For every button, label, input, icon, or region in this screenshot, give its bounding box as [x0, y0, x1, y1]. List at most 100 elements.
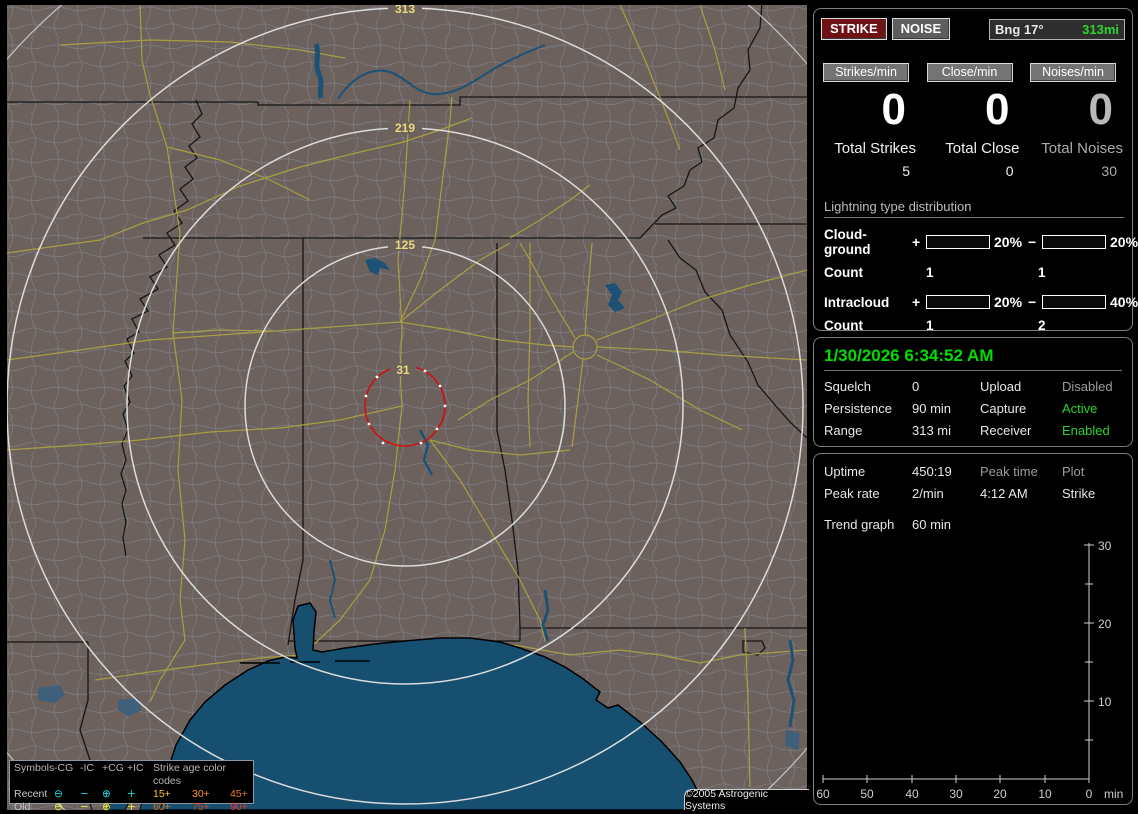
x-tick-60: 60: [816, 787, 830, 801]
receiver-label: Receiver: [980, 423, 1032, 438]
capture-label: Capture: [980, 401, 1027, 416]
squelch-label: Squelch: [824, 379, 871, 394]
trend-graph: 30 20 10 60 50 40 30 20 10 0 min: [816, 539, 1123, 801]
strike-mode-button[interactable]: STRIKE: [821, 18, 887, 40]
noise-mode-button[interactable]: NOISE: [891, 18, 951, 40]
map-canvas: 31 125 219 313: [7, 5, 807, 810]
strike-counters-section: STRIKE NOISE Bng 17° 313mi Strikes/min 0…: [813, 8, 1138, 333]
y-tick-10: 10: [1098, 695, 1112, 709]
legend-col-neg-ic: -IC: [80, 762, 94, 774]
trend-axes: [822, 543, 1094, 783]
x-tick-40: 40: [905, 787, 919, 801]
legend-age-title: Strike age color codes: [153, 762, 226, 787]
pos-cg-old-icon: ⊕: [102, 801, 111, 813]
persistence-value: 90 min: [912, 401, 952, 416]
total-close-label: Total Close: [945, 140, 1020, 157]
date-time-display: 1/30/2026 6:34:52 AM: [824, 346, 1122, 371]
age-30: 30+: [192, 788, 210, 800]
age-60: 60+: [153, 801, 171, 813]
lightning-map[interactable]: 31 125 219 313: [7, 5, 807, 810]
total-close-value: 0: [1005, 163, 1014, 179]
close-counter-column: Close/min 0 Total Close 0: [923, 63, 1024, 179]
ic-positive-count: 1: [926, 318, 934, 333]
cg-negative-count: 1: [1038, 265, 1046, 280]
cg-positive-count: 1: [926, 265, 934, 280]
intracloud-label: Intracloud: [824, 294, 890, 310]
settings-grid: Squelch 0 Upload Disabled Persistence 90…: [824, 379, 1132, 438]
peak-time-label: Peak time: [980, 464, 1038, 479]
ic-negative-bar: [1042, 295, 1106, 309]
total-strikes-label: Total Strikes: [834, 140, 916, 157]
total-noises-label: Total Noises: [1041, 140, 1123, 157]
upload-status: Disabled: [1062, 379, 1113, 394]
ic-negative-pct: 40%: [1110, 294, 1138, 310]
trend-section: Uptime 450:19 Peak time Plot Peak rate 2…: [813, 453, 1133, 805]
x-axis-unit: min: [1104, 787, 1123, 801]
close-per-min-chip[interactable]: Close/min: [926, 63, 1013, 82]
strikes-per-min-chip[interactable]: Strikes/min: [823, 63, 909, 82]
upload-label: Upload: [980, 379, 1022, 394]
legend-row-old-label: Old: [14, 801, 31, 813]
uptime-label: Uptime: [824, 464, 866, 479]
count-label: Count: [824, 318, 863, 333]
cg-negative-pct: 20%: [1110, 234, 1138, 250]
positive-sign: +: [912, 234, 921, 250]
ic-negative-count: 2: [1038, 318, 1046, 333]
status-section: 1/30/2026 6:34:52 AM Squelch 0 Upload Di…: [813, 337, 1133, 447]
noises-per-min-chip[interactable]: Noises/min: [1030, 63, 1116, 82]
squelch-value: 0: [912, 379, 920, 394]
strikes-per-min-value: 0: [881, 85, 906, 134]
legend-col-neg-cg: -CG: [54, 762, 74, 774]
cg-positive-pct: 20%: [994, 234, 1023, 250]
ring-label-219: 219: [395, 121, 415, 135]
positive-sign: +: [912, 294, 921, 310]
negative-sign: −: [1028, 234, 1037, 250]
plot-label: Plot: [1062, 464, 1085, 479]
age-90: 90+: [230, 801, 248, 813]
trend-graph-row: Trend graph 60 min: [824, 517, 1132, 532]
x-tick-30: 30: [949, 787, 963, 801]
intracloud-count-row: Count 1 2: [824, 318, 1124, 333]
noises-counter-column: Noises/min 0 Total Noises 30: [1026, 63, 1127, 179]
cloud-ground-label: Cloud-ground: [824, 227, 871, 257]
symbol-legend: Symbols -CG -IC +CG +IC Strike age color…: [9, 760, 254, 813]
trend-graph-value: 60 min: [912, 517, 952, 532]
negative-sign: −: [1028, 294, 1037, 310]
persistence-label: Persistence: [824, 401, 892, 416]
intracloud-row: Intracloud + 20% − 40%: [824, 294, 1138, 310]
total-strikes-value: 5: [902, 163, 910, 179]
peak-time-value: 4:12 AM: [980, 486, 1028, 501]
cg-positive-bar: [926, 235, 990, 249]
ring-label-313: 313: [395, 5, 415, 16]
neg-cg-recent-icon: ⊖: [54, 788, 63, 800]
peak-rate-label: Peak rate: [824, 486, 880, 501]
cg-negative-bar: [1042, 235, 1106, 249]
x-tick-0: 0: [1086, 787, 1093, 801]
y-tick-30: 30: [1098, 539, 1112, 553]
trend-axis-labels: 30 20 10 60 50 40 30 20 10 0 min: [816, 539, 1123, 801]
ring-label-31: 31: [396, 363, 410, 377]
ic-positive-bar: [926, 295, 990, 309]
display-mode-bar: STRIKE NOISE Bng 17° 313mi: [821, 17, 1125, 41]
close-per-min-value: 0: [985, 85, 1010, 134]
legend-row-recent-label: Recent: [14, 788, 48, 800]
peak-rate-value: 2/min: [912, 486, 944, 501]
lightning-type-distribution: Lightning type distribution Cloud-ground…: [824, 199, 1138, 333]
pos-ic-old-icon: +: [127, 801, 136, 813]
strikes-counter-column: Strikes/min 0 Total Strikes 5: [819, 63, 920, 179]
pos-cg-recent-icon: ⊕: [102, 788, 111, 800]
ic-positive-pct: 20%: [994, 294, 1023, 310]
age-75: 75+: [192, 801, 210, 813]
range-value: 313 mi: [912, 423, 952, 438]
trend-graph-label: Trend graph: [824, 517, 895, 532]
x-tick-50: 50: [860, 787, 874, 801]
range-label: Range: [824, 423, 863, 438]
x-tick-20: 20: [993, 787, 1007, 801]
cloud-ground-count-row: Count 1 1: [824, 265, 1124, 280]
bearing-range-display[interactable]: Bng 17° 313mi: [989, 18, 1125, 40]
pos-ic-recent-icon: +: [127, 788, 136, 800]
neg-ic-recent-icon: −: [80, 788, 89, 800]
count-label: Count: [824, 265, 863, 280]
capture-status: Active: [1062, 401, 1098, 416]
rate-counters: Strikes/min 0 Total Strikes 5 Close/min …: [819, 63, 1127, 179]
